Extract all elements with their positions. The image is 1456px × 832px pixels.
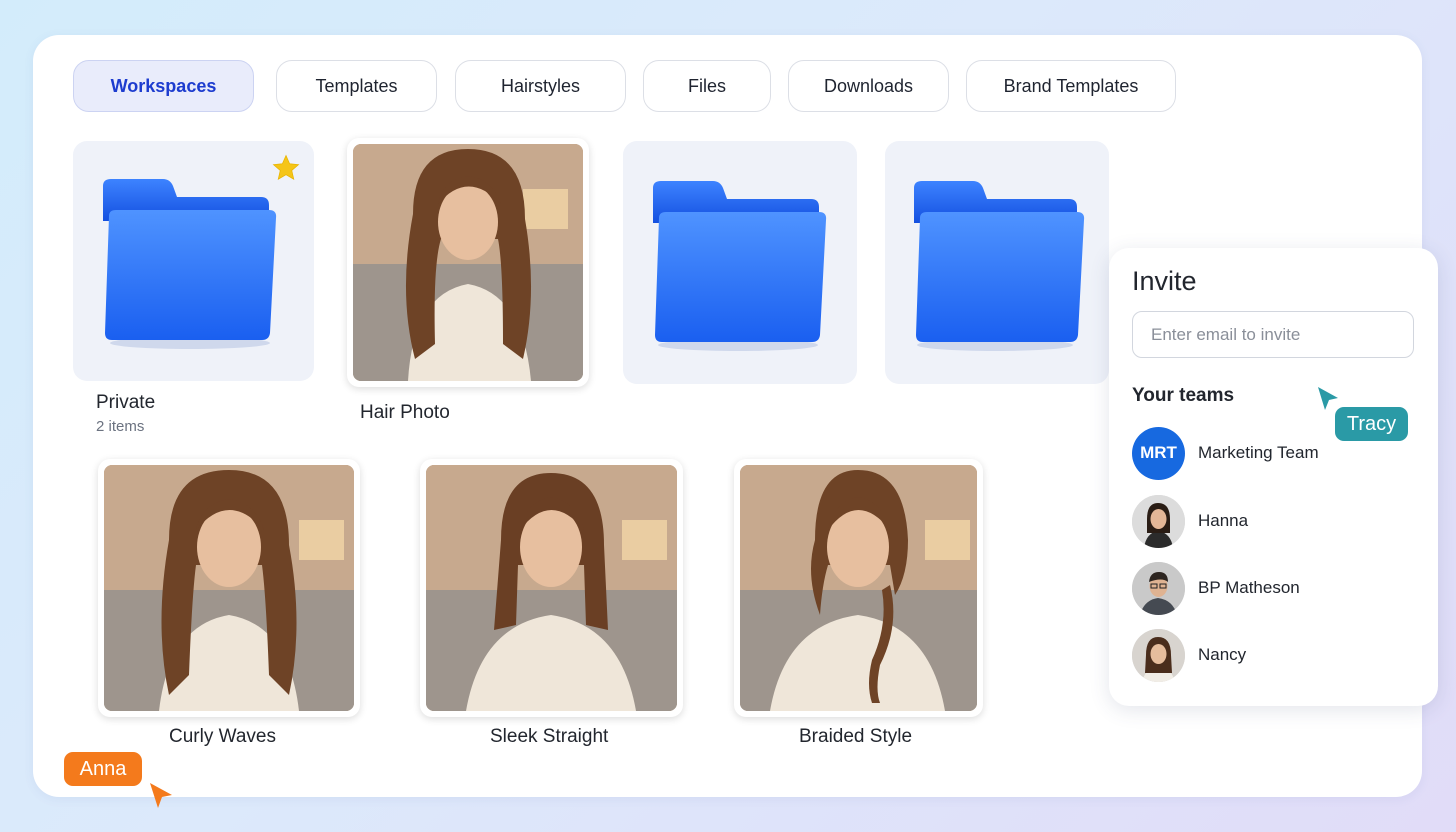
collaborator-cursor-label-tracy: Tracy [1335, 407, 1408, 441]
avatar [1132, 628, 1185, 682]
portrait-image [353, 144, 583, 381]
hair-photo-name: Hair Photo [360, 402, 450, 423]
team-name: Nancy [1198, 645, 1247, 664]
team-avatar: MRT [1132, 426, 1185, 480]
private-folder-tile[interactable] [73, 141, 314, 381]
sleek-straight-name: Sleek Straight [490, 726, 609, 747]
private-folder-name: Private [96, 392, 156, 413]
tab-downloads[interactable]: Downloads [788, 60, 949, 112]
team-item-hanna[interactable]: Hanna [1132, 494, 1412, 548]
braided-style-thumbnail[interactable] [734, 459, 983, 717]
portrait-image [104, 465, 354, 711]
team-item-bp-matheson[interactable]: BP Matheson [1132, 561, 1412, 615]
invite-panel: Invite Your teams MRT Marketing Team Han… [1109, 248, 1438, 706]
team-name: Hanna [1198, 511, 1249, 530]
braided-style-name: Braided Style [799, 726, 913, 747]
teams-heading: Your teams [1132, 385, 1235, 406]
tab-files[interactable]: Files [643, 60, 771, 112]
team-name: Marketing Team [1198, 443, 1319, 462]
team-name: BP Matheson [1198, 578, 1300, 597]
private-folder-count: 2 items [96, 418, 145, 435]
folder-icon [914, 181, 1085, 351]
folder-icon [653, 181, 827, 351]
tab-brand-templates[interactable]: Brand Templates [966, 60, 1176, 112]
avatar [1132, 494, 1185, 548]
tab-workspaces[interactable]: Workspaces [73, 60, 254, 112]
invite-title: Invite [1132, 266, 1197, 296]
portrait-image [740, 465, 977, 711]
tab-hairstyles[interactable]: Hairstyles [455, 60, 626, 112]
star-icon[interactable] [271, 153, 301, 183]
curly-waves-thumbnail[interactable] [98, 459, 360, 717]
folder-tile[interactable] [885, 141, 1109, 384]
collaborator-cursor-label-anna: Anna [64, 752, 142, 786]
invite-email-input[interactable] [1132, 311, 1414, 358]
curly-waves-name: Curly Waves [169, 726, 276, 747]
sleek-straight-thumbnail[interactable] [420, 459, 683, 717]
folder-tile[interactable] [623, 141, 857, 384]
team-item-nancy[interactable]: Nancy [1132, 628, 1412, 682]
portrait-image [426, 465, 677, 711]
hair-photo-thumbnail[interactable] [347, 138, 589, 387]
cursor-pointer-icon [150, 783, 172, 808]
avatar [1132, 561, 1185, 615]
tab-templates[interactable]: Templates [276, 60, 437, 112]
